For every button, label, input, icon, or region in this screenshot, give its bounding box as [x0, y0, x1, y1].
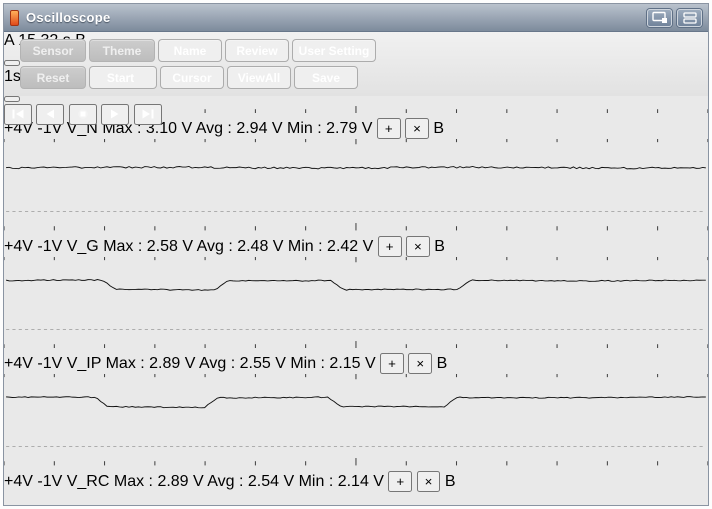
y-min-label: -1V — [37, 237, 63, 255]
channel-name: V_RC — [66, 472, 110, 490]
y-max-label: +4V — [4, 355, 33, 373]
channel-close-button[interactable]: × — [408, 353, 433, 375]
channel-max: Max : 2.89 V — [105, 355, 196, 373]
start-button[interactable]: Start — [89, 66, 157, 89]
stacked-bars-icon — [682, 11, 697, 24]
theme-button[interactable]: Theme — [89, 39, 155, 62]
channel-min: Min : 2.14 V — [298, 472, 384, 490]
channel-name: V_G — [66, 237, 99, 255]
titlebar: Oscilloscope — [4, 4, 708, 32]
y-min-label: -1V — [37, 355, 63, 373]
channel-max: Max : 2.58 V — [103, 237, 194, 255]
waveform-plot — [3, 139, 709, 231]
user-setting-button[interactable]: User Setting — [292, 39, 376, 62]
toolbar-button-rows: Sensor Theme Name Review User Setting Re… — [20, 39, 376, 93]
skip-end-icon — [142, 109, 154, 119]
channel-zoom-button[interactable]: + — [380, 353, 404, 375]
cursor-b-label: B — [434, 237, 445, 255]
transport-play-button[interactable] — [101, 104, 130, 125]
monitor-icon — [651, 11, 667, 23]
transport-skip-start-button[interactable] — [4, 104, 32, 125]
step-back-icon — [46, 109, 55, 119]
y-max-label: +4V — [4, 237, 33, 255]
channel-avg: Avg : 2.55 V — [198, 355, 286, 373]
viewall-button[interactable]: ViewAll — [227, 66, 291, 89]
channel-zoom-button[interactable]: + — [388, 470, 413, 492]
channel-min: Min : 2.42 V — [287, 237, 374, 255]
app-icon — [10, 9, 19, 26]
reset-button[interactable]: Reset — [20, 66, 86, 89]
play-icon — [111, 109, 119, 119]
waveform-plot — [3, 374, 709, 466]
cursor-b-label: B — [436, 355, 448, 373]
toolbar-row-2: Reset Start Cursor ViewAll Save — [20, 66, 376, 89]
time-window-decrease-button[interactable] — [4, 60, 20, 66]
titlebar-buttons — [647, 8, 702, 27]
stop-icon — [78, 109, 88, 119]
window-layout-button[interactable] — [677, 8, 702, 27]
window-title: Oscilloscope — [26, 10, 111, 25]
display-mode-button[interactable] — [647, 8, 672, 27]
channel-zoom-button[interactable]: + — [377, 235, 402, 257]
channel-max: Max : 2.89 V — [113, 472, 204, 490]
time-window-increase-button[interactable] — [4, 96, 20, 102]
channel-avg: Avg : 2.48 V — [196, 237, 284, 255]
transport-controls — [4, 104, 708, 125]
y-min-label: -1V — [37, 472, 63, 490]
channel-panel-V_RC: +4V -1V V_RC Max : 2.89 V Avg : 2.54 V M… — [3, 374, 709, 492]
name-button[interactable]: Name — [158, 39, 222, 62]
waveform-plot — [3, 256, 709, 349]
channel-min: Min : 2.15 V — [290, 355, 376, 373]
toolbar-row-1: Sensor Theme Name Review User Setting — [20, 39, 376, 62]
toolbar: Sensor Theme Name Review User Setting Re… — [4, 32, 708, 125]
sensor-button[interactable]: Sensor — [20, 39, 86, 62]
channel-avg: Avg : 2.54 V — [207, 472, 295, 490]
channel-panel-V_IP: +4V -1V V_IP Max : 2.89 V Avg : 2.55 V M… — [3, 256, 709, 375]
channel-close-button[interactable]: × — [406, 235, 430, 257]
transport-skip-end-button[interactable] — [133, 104, 162, 125]
oscilloscope-window: Oscilloscope Sensor Theme Name Review Us… — [3, 3, 709, 506]
skip-start-icon — [12, 109, 24, 119]
transport-stop-button[interactable] — [68, 104, 97, 125]
cursor-button[interactable]: Cursor — [160, 66, 224, 89]
transport-step-back-button[interactable] — [36, 104, 65, 125]
review-button[interactable]: Review — [225, 39, 289, 62]
channel-name: V_IP — [66, 355, 102, 373]
channel-close-button[interactable]: × — [416, 470, 441, 492]
start-button-label: Start — [106, 70, 135, 85]
marker-a-label: A — [4, 32, 14, 49]
y-max-label: +4V — [4, 472, 33, 490]
channel-panel-V_G: +4V -1V V_G Max : 2.58 V Avg : 2.48 V Mi… — [3, 139, 709, 257]
save-button[interactable]: Save — [294, 66, 358, 89]
cursor-b-label: B — [444, 472, 456, 490]
